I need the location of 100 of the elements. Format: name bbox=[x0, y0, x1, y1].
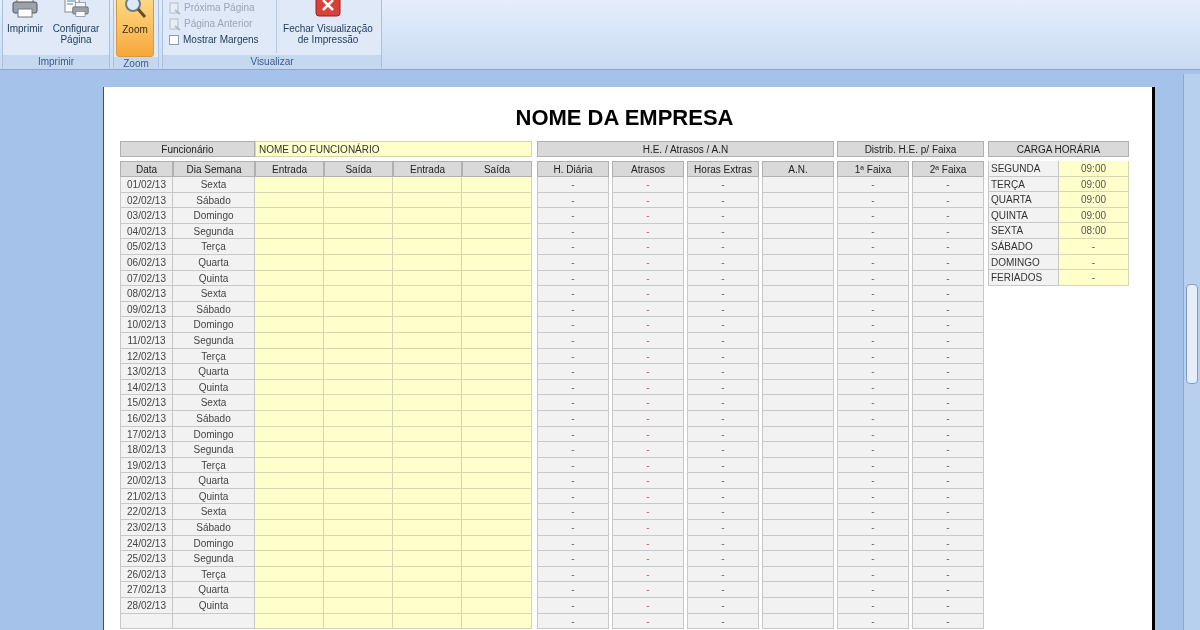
table-cell bbox=[393, 177, 462, 193]
table-cell: - bbox=[687, 473, 759, 489]
table-cell: - bbox=[612, 551, 684, 567]
column-header: Saída bbox=[462, 161, 532, 177]
group-label: Imprimir bbox=[3, 55, 109, 69]
table-cell bbox=[255, 442, 324, 458]
table-cell: - bbox=[837, 286, 909, 302]
table-cell bbox=[393, 364, 462, 380]
table-cell bbox=[255, 395, 324, 411]
page-setup-button[interactable]: Configurar Página bbox=[45, 0, 107, 45]
column-header: Atrasos bbox=[612, 161, 684, 177]
table-cell bbox=[255, 239, 324, 255]
table-cell: - bbox=[837, 317, 909, 333]
table-cell: 01/02/13 bbox=[120, 177, 173, 193]
table-cell: - bbox=[537, 551, 609, 567]
table-cell: Sexta bbox=[173, 286, 255, 302]
page-setup-icon bbox=[63, 0, 89, 19]
table-cell: - bbox=[537, 177, 609, 193]
table-cell: FERIADOS bbox=[988, 270, 1059, 286]
table-cell: 15/02/13 bbox=[120, 395, 173, 411]
table-cell bbox=[462, 504, 532, 521]
table-cell bbox=[255, 317, 324, 333]
group-header: H.E. / Atrasos / A.N bbox=[537, 141, 834, 157]
table-cell: - bbox=[537, 395, 609, 411]
zoom-button[interactable]: Zoom bbox=[116, 0, 154, 57]
table-cell bbox=[762, 582, 834, 599]
column-header: Horas Extras bbox=[687, 161, 759, 177]
table-cell: - bbox=[687, 177, 759, 193]
table-cell: - bbox=[537, 442, 609, 458]
table-cell: - bbox=[837, 177, 909, 193]
table-cell: - bbox=[912, 208, 984, 224]
table-cell: - bbox=[537, 208, 609, 224]
table-cell bbox=[393, 208, 462, 224]
group-header: CARGA HORÁRIA bbox=[988, 141, 1129, 157]
table-cell bbox=[762, 317, 834, 333]
table-cell: 22/02/13 bbox=[120, 504, 173, 521]
table-cell: Segunda bbox=[173, 442, 255, 458]
table-cell: - bbox=[837, 520, 909, 536]
close-preview-button[interactable]: Fechar Visualização de Impressão bbox=[277, 0, 379, 45]
print-button[interactable]: Imprimir bbox=[5, 0, 45, 35]
table-cell: - bbox=[687, 364, 759, 380]
table-cell: - bbox=[687, 442, 759, 458]
table-cell: Quinta bbox=[173, 598, 255, 614]
column-header: Data bbox=[120, 161, 173, 177]
table-cell bbox=[462, 442, 532, 458]
table-cell: - bbox=[612, 286, 684, 302]
table-cell: - bbox=[837, 395, 909, 411]
table-cell bbox=[462, 286, 532, 302]
table-cell bbox=[393, 286, 462, 302]
table-cell: - bbox=[687, 551, 759, 567]
table-cell: Sexta bbox=[173, 177, 255, 193]
column-header: Dia Semana bbox=[173, 161, 255, 177]
table-cell: - bbox=[537, 286, 609, 302]
scrollbar-thumb[interactable] bbox=[1186, 284, 1198, 384]
scrollbar[interactable] bbox=[1183, 74, 1200, 630]
table-cell: - bbox=[612, 504, 684, 521]
table-cell bbox=[324, 520, 393, 536]
table-cell bbox=[324, 286, 393, 302]
table-cell: - bbox=[837, 442, 909, 458]
table-cell bbox=[324, 504, 393, 521]
printer-icon bbox=[12, 0, 38, 19]
table-cell: Domingo bbox=[173, 208, 255, 224]
table-cell: - bbox=[612, 395, 684, 411]
magnifier-icon bbox=[122, 0, 148, 20]
show-margins-checkbox[interactable]: Mostrar Margens bbox=[169, 33, 276, 47]
table-cell: 03/02/13 bbox=[120, 208, 173, 224]
table-cell bbox=[324, 473, 393, 489]
table-cell: - bbox=[612, 442, 684, 458]
table-cell bbox=[762, 442, 834, 458]
table-cell: - bbox=[837, 239, 909, 255]
table-cell: - bbox=[837, 582, 909, 599]
table-cell bbox=[393, 551, 462, 567]
table-cell: - bbox=[612, 177, 684, 193]
table-cell bbox=[324, 582, 393, 599]
table-cell: - bbox=[537, 598, 609, 614]
table-cell bbox=[255, 504, 324, 521]
table-cell: - bbox=[837, 208, 909, 224]
table-cell bbox=[462, 395, 532, 411]
table-cell: - bbox=[837, 364, 909, 380]
column-header: 1ª Faixa bbox=[837, 161, 909, 177]
group-label: Zoom bbox=[114, 57, 158, 69]
table-cell bbox=[324, 442, 393, 458]
table-cell bbox=[462, 239, 532, 255]
table-cell bbox=[255, 177, 324, 193]
table-cell: - bbox=[612, 364, 684, 380]
table-cell: Sábado bbox=[173, 520, 255, 536]
table-cell: 20/02/13 bbox=[120, 473, 173, 489]
table-cell: - bbox=[912, 473, 984, 489]
table-cell: SEGUNDA bbox=[988, 161, 1059, 177]
table-cell bbox=[324, 317, 393, 333]
table-cell bbox=[762, 395, 834, 411]
field-value: NOME DO FUNCIONÁRIO bbox=[255, 141, 532, 157]
table-cell bbox=[255, 473, 324, 489]
table-cell: - bbox=[537, 582, 609, 599]
table-cell: - bbox=[612, 598, 684, 614]
table-cell bbox=[762, 208, 834, 224]
table-cell bbox=[462, 582, 532, 599]
table-cell bbox=[393, 239, 462, 255]
table-cell bbox=[393, 520, 462, 536]
table-cell bbox=[393, 598, 462, 614]
